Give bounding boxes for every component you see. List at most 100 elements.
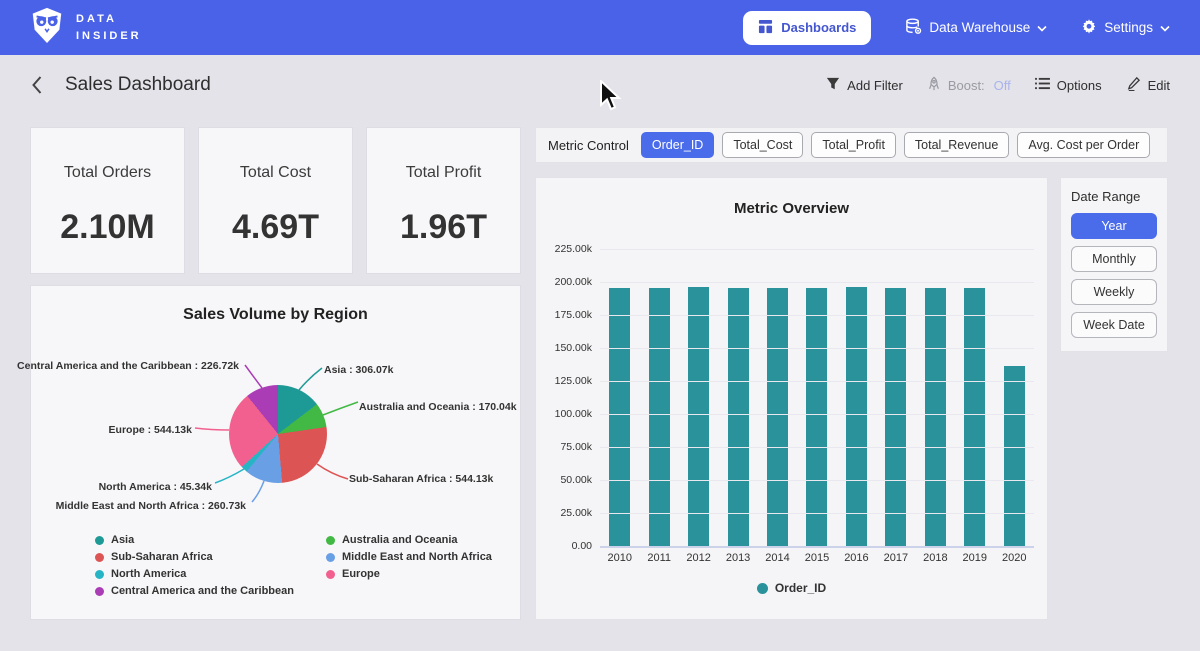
metric-chip[interactable]: Avg. Cost per Order	[1017, 132, 1150, 158]
legend-label: Central America and the Caribbean	[111, 585, 294, 597]
edit-button[interactable]: Edit	[1126, 76, 1170, 94]
y-axis-tick: 150.00k	[555, 342, 592, 354]
x-axis-tick: 2012	[680, 552, 718, 564]
y-axis-tick: 25.00k	[560, 507, 592, 519]
bar[interactable]	[1004, 366, 1025, 546]
y-axis-tick: 50.00k	[560, 474, 592, 486]
y-axis-tick: 125.00k	[555, 375, 592, 387]
bar-chart-legend[interactable]: Order_ID	[536, 581, 1047, 595]
x-axis-tick: 2013	[719, 552, 757, 564]
bar[interactable]	[688, 287, 709, 546]
gridline	[600, 447, 1034, 448]
legend-dot	[757, 583, 768, 594]
kpi-value: 1.96T	[400, 208, 487, 247]
settings-menu[interactable]: Settings	[1081, 18, 1170, 37]
header-actions: Add Filter Boost: Off Options	[826, 76, 1170, 94]
add-filter-button[interactable]: Add Filter	[826, 77, 903, 94]
legend-dot	[95, 536, 104, 545]
pie-legend-item[interactable]: Europe	[326, 568, 492, 580]
options-button[interactable]: Options	[1035, 77, 1102, 93]
sales-volume-card: Sales Volume by Region Asia : 306.07kAus…	[30, 285, 521, 620]
legend-label: Sub-Saharan Africa	[111, 551, 213, 563]
gridline	[600, 348, 1034, 349]
data-warehouse-menu[interactable]: Data Warehouse	[905, 18, 1047, 38]
date-range-button[interactable]: Weekly	[1071, 279, 1157, 305]
metric-chip-group: Order_ID Total_Cost Total_Profit Total_Reve…	[641, 132, 1150, 158]
pie-legend-item[interactable]: Asia	[95, 534, 294, 546]
metric-control-label: Metric Control	[548, 138, 629, 153]
bar[interactable]	[649, 288, 670, 546]
date-range-button[interactable]: Monthly	[1071, 246, 1157, 272]
pie-legend-column: Australia and Oceania Middle East and Nor…	[326, 534, 492, 597]
callout-line	[317, 464, 348, 479]
kpi-value: 2.10M	[60, 208, 155, 247]
top-nav-links: Dashboards Data Warehouse	[743, 11, 1170, 45]
pie-slice-label: North America : 45.34k	[99, 481, 212, 493]
chevron-down-icon	[1160, 20, 1170, 35]
kpi-cards: Total Orders 2.10M Total Cost 4.69T Total Pr…	[30, 127, 521, 274]
callout-line	[299, 368, 322, 390]
bar[interactable]	[925, 288, 946, 546]
pie-legend-item[interactable]: Sub-Saharan Africa	[95, 551, 294, 563]
add-filter-label: Add Filter	[847, 78, 903, 93]
kpi-value: 4.69T	[232, 208, 319, 247]
pie-slice-label: Australia and Oceania : 170.04k	[359, 401, 517, 413]
gear-icon	[1081, 18, 1097, 37]
gridline	[600, 513, 1034, 514]
kpi-label: Total Profit	[406, 164, 482, 182]
boost-toggle[interactable]: Boost: Off	[927, 76, 1011, 94]
bar-chart-x-axis: 2010201120122013201420152016201720182019…	[600, 552, 1034, 564]
brand-logo[interactable]: DATA INSIDER	[28, 6, 142, 49]
metric-chip[interactable]: Total_Revenue	[904, 132, 1009, 158]
gridline	[600, 480, 1034, 481]
metric-chip[interactable]: Order_ID	[641, 132, 714, 158]
bar[interactable]	[609, 288, 630, 546]
pie-legend-item[interactable]: North America	[95, 568, 294, 580]
callout-line	[245, 365, 262, 388]
bar-series	[600, 249, 1034, 546]
dashboards-nav-button[interactable]: Dashboards	[743, 11, 871, 45]
mouse-cursor	[598, 80, 622, 117]
pie-legend-item[interactable]: Middle East and North Africa	[326, 551, 492, 563]
kpi-card-1: Total Cost 4.69T	[198, 127, 353, 274]
pie-slice-label: Sub-Saharan Africa : 544.13k	[349, 473, 493, 485]
x-axis-tick: 2019	[956, 552, 994, 564]
metric-chip[interactable]: Total_Profit	[811, 132, 896, 158]
metric-control-bar: Metric Control Order_ID Total_Cost Total_P…	[535, 127, 1168, 163]
date-range-button[interactable]: Year	[1071, 213, 1157, 239]
bar[interactable]	[767, 288, 788, 546]
pie-slice-label: Asia : 306.07k	[324, 364, 393, 376]
metric-overview-card: Metric Overview 0.0025.00k50.00k75.00k10…	[535, 177, 1048, 620]
pie-legend-item[interactable]: Australia and Oceania	[326, 534, 492, 546]
bar-chart-plot: 0.0025.00k50.00k75.00k100.00k125.00k150.…	[600, 249, 1034, 546]
edit-label: Edit	[1148, 78, 1170, 93]
bar-chart-title: Metric Overview	[536, 200, 1047, 217]
gridline	[600, 249, 1034, 250]
date-range-button[interactable]: Week Date	[1071, 312, 1157, 338]
metric-chip[interactable]: Total_Cost	[722, 132, 803, 158]
top-navigation-bar: DATA INSIDER Dashboards	[0, 0, 1200, 55]
bar[interactable]	[964, 288, 985, 546]
back-button[interactable]	[30, 75, 43, 95]
gridline	[600, 381, 1034, 382]
date-range-label: Date Range	[1071, 189, 1157, 204]
bar[interactable]	[846, 287, 867, 546]
kpi-card-2: Total Profit 1.96T	[366, 127, 521, 274]
pie-chart[interactable]	[229, 385, 327, 483]
x-axis-tick: 2015	[798, 552, 836, 564]
chevron-down-icon	[1037, 20, 1047, 35]
y-axis-tick: 100.00k	[555, 408, 592, 420]
bar[interactable]	[885, 288, 906, 546]
legend-label: Asia	[111, 534, 134, 546]
database-icon	[905, 18, 922, 38]
y-axis-tick: 0.00	[572, 540, 592, 552]
x-axis-tick: 2016	[837, 552, 875, 564]
bar[interactable]	[728, 288, 749, 546]
kpi-card-0: Total Orders 2.10M	[30, 127, 185, 274]
bar[interactable]	[806, 288, 827, 546]
pie-legend-item[interactable]: Central America and the Caribbean	[95, 585, 294, 597]
kpi-label: Total Cost	[240, 164, 311, 182]
legend-dot	[95, 553, 104, 562]
kpi-label: Total Orders	[64, 164, 151, 182]
options-label: Options	[1057, 78, 1102, 93]
